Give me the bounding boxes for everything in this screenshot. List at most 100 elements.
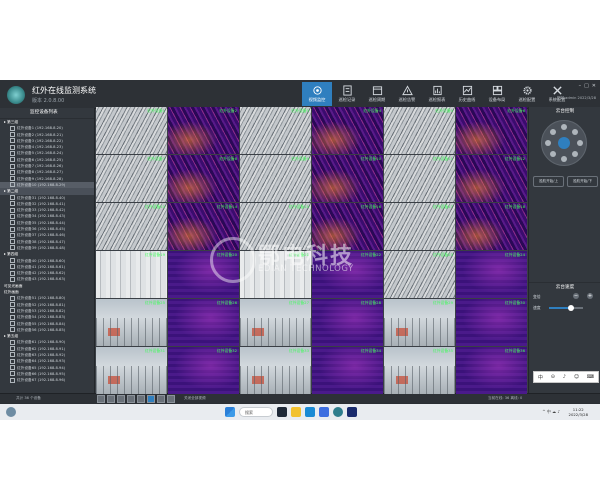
video-tile[interactable]: 红外设备2 [168,107,239,154]
ptz-down-right-icon[interactable] [572,151,578,157]
video-tile[interactable]: 红外设备35 [384,347,455,394]
device-checkbox[interactable] [10,201,15,207]
video-tile[interactable]: 红外设备10 [312,155,383,202]
taskbar-search[interactable]: 搜索 [239,407,273,417]
nav-alarm[interactable]: 巡检告警 [392,82,422,106]
speed-slider-handle[interactable] [568,305,575,311]
nav-camera[interactable]: 视频监控 [302,82,332,106]
device-checkbox[interactable] [10,302,15,308]
video-tile[interactable]: 红外设备30 [456,299,527,346]
device-checkbox[interactable] [10,314,15,320]
ptz-left-icon[interactable] [545,140,551,146]
device-checkbox[interactable] [10,270,15,276]
pinned-app-icon[interactable] [347,407,357,417]
device-checkbox[interactable] [10,358,15,364]
system-tray[interactable]: ^ 中 ☁ ♪ [542,409,560,415]
ptz-right-icon[interactable] [577,140,583,146]
video-tile[interactable]: 红外设备9 [240,155,311,202]
video-tile[interactable]: 红外设备25 [96,299,167,346]
nav-tools[interactable]: 系统配置 [542,82,572,106]
nav-gear[interactable]: 巡检配置 [512,82,542,106]
nav-record[interactable]: 巡检记录 [332,82,362,106]
video-tile[interactable]: 红外设备8 [168,155,239,202]
layout-button[interactable] [127,395,135,403]
device-checkbox[interactable] [10,176,15,182]
video-tile[interactable]: 红外设备36 [456,347,527,394]
ptz-down-left-icon[interactable] [550,151,556,157]
zoom-in-button[interactable]: + [587,293,593,299]
nav-chart[interactable]: 历史曲线 [452,82,482,106]
start-icon[interactable] [225,407,235,417]
layout-button[interactable] [137,395,145,403]
video-tile[interactable]: 红外设备29 [384,299,455,346]
nav-calendar[interactable]: 巡检周期 [362,82,392,106]
layout-button[interactable] [97,395,105,403]
edge-icon[interactable] [305,407,315,417]
video-tile[interactable]: 红外设备26 [168,299,239,346]
device-checkbox[interactable] [10,195,15,201]
zoom-out-button[interactable]: − [573,293,579,299]
device-checkbox[interactable] [10,295,15,301]
device-checkbox[interactable] [10,226,15,232]
video-tile[interactable]: 红外设备1 [96,107,167,154]
device-checkbox[interactable] [10,182,15,188]
device-checkbox[interactable] [10,207,15,213]
video-tile[interactable]: 红外设备18 [456,203,527,250]
nav-layout[interactable]: 设备布局 [482,82,512,106]
speed-slider[interactable] [549,305,583,311]
video-tile[interactable]: 红外设备32 [168,347,239,394]
device-checkbox[interactable] [10,213,15,219]
device-checkbox[interactable] [10,377,15,383]
cruise-down-button[interactable]: 巡航开始/下 [567,176,598,187]
device-checkbox[interactable] [10,163,15,169]
close-icon[interactable]: ✕ [592,83,596,89]
video-tile[interactable]: 红外设备5 [384,107,455,154]
ime-button[interactable]: ⊝ [551,374,555,380]
weather-icon[interactable] [6,407,16,417]
device-checkbox[interactable] [10,169,15,175]
video-tile[interactable]: 红外设备19 [96,251,167,298]
device-checkbox[interactable] [10,321,15,326]
video-tile[interactable]: 红外设备3 [240,107,311,154]
device-checkbox[interactable] [10,258,15,264]
device-checkbox[interactable] [10,150,15,156]
video-tile[interactable]: 红外设备28 [312,299,383,346]
store-icon[interactable] [319,407,329,417]
video-tile[interactable]: 红外设备12 [456,155,527,202]
video-tile[interactable]: 红外设备34 [312,347,383,394]
layout-button[interactable] [117,395,125,403]
device-checkbox[interactable] [10,132,15,138]
nav-report[interactable]: 巡检报表 [422,82,452,106]
video-tile[interactable]: 红外设备27 [240,299,311,346]
ptz-center-button[interactable] [558,137,570,149]
video-tile[interactable]: 红外设备6 [456,107,527,154]
tree-device-item[interactable]: 红外设备67 (192.168.8.96) [0,377,94,383]
device-checkbox[interactable] [10,144,15,150]
file-explorer-icon[interactable] [291,407,301,417]
device-checkbox[interactable] [10,125,15,131]
ptz-down-icon[interactable] [561,156,567,162]
layout-button[interactable] [157,395,165,403]
minimize-icon[interactable]: – [579,83,582,89]
video-tile[interactable]: 红外设备7 [96,155,167,202]
device-checkbox[interactable] [10,157,15,163]
ptz-up-left-icon[interactable] [550,129,556,135]
device-checkbox[interactable] [10,276,15,282]
close-all-video-button[interactable]: 关闭全部视频 [184,396,206,401]
device-checkbox[interactable] [10,327,15,333]
video-tile[interactable]: 红外设备4 [312,107,383,154]
video-tile[interactable]: 红外设备33 [240,347,311,394]
taskbar-clock[interactable]: 11:22 2022/3/28 [569,407,588,417]
maximize-icon[interactable]: □ [584,83,589,89]
device-checkbox[interactable] [10,138,15,144]
video-tile[interactable]: 红外设备31 [96,347,167,394]
device-checkbox[interactable] [10,371,15,377]
layout-button[interactable] [107,395,115,403]
device-checkbox[interactable] [10,365,15,371]
ime-button[interactable]: ☺ [574,374,579,380]
device-checkbox[interactable] [10,308,15,314]
layout-button[interactable] [167,395,175,403]
app-taskbar-icon[interactable] [333,407,343,417]
video-tile[interactable]: 红外设备13 [96,203,167,250]
device-checkbox[interactable] [10,346,15,352]
